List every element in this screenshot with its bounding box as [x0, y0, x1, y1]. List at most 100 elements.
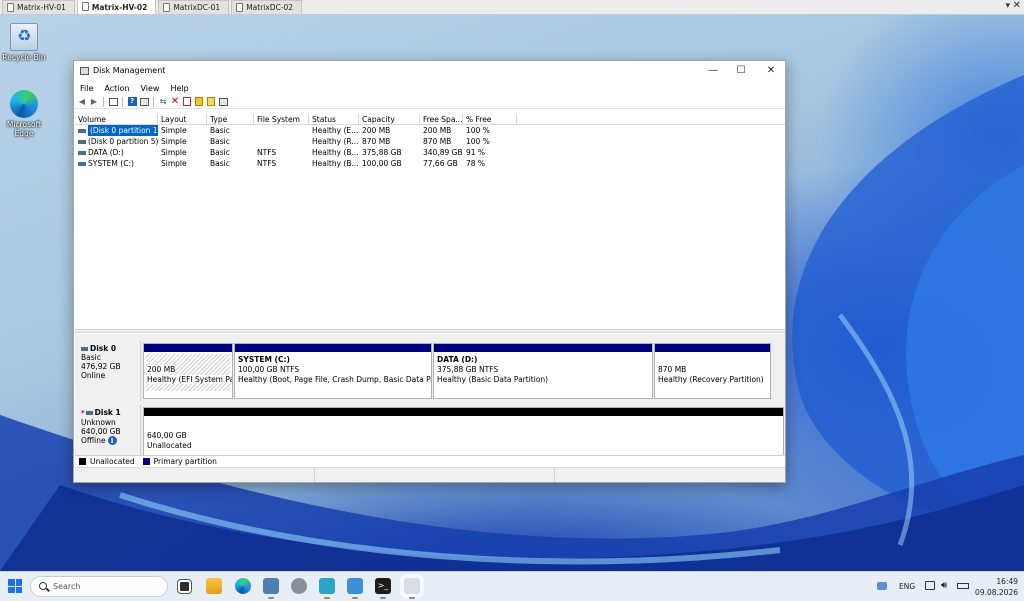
disk-management-taskbar-icon[interactable] — [400, 574, 424, 599]
menu-view[interactable]: View — [140, 84, 159, 93]
hyper-v-manager-icon[interactable] — [319, 578, 335, 599]
close-icon[interactable]: ✕ — [1013, 0, 1021, 11]
column-free-space[interactable]: Free Spa... — [420, 114, 463, 124]
view-pane-icon[interactable] — [218, 97, 228, 107]
remote-desktop-icon[interactable] — [347, 578, 363, 599]
edge-icon[interactable] — [235, 578, 251, 594]
disk-info-0[interactable]: Disk 0 Basic 476,92 GB Online — [77, 341, 141, 401]
primary-partition-bar — [235, 344, 431, 352]
volume-icon — [78, 129, 86, 133]
desktop-icon-recycle-bin[interactable]: Recycle Bin — [0, 23, 48, 62]
file-explorer-icon[interactable] — [206, 578, 222, 594]
chevron-down-icon[interactable]: ▾ — [1005, 1, 1010, 11]
column-volume[interactable]: Volume — [75, 114, 158, 124]
forward-arrow-icon[interactable]: ▶ — [89, 97, 99, 107]
desktop-icon-edge[interactable]: Microsoft Edge — [0, 90, 48, 138]
task-view-icon[interactable] — [177, 579, 192, 594]
check-icon[interactable] — [182, 97, 192, 107]
close-button[interactable]: ✕ — [763, 64, 779, 78]
cell-layout: Simple — [161, 137, 187, 146]
disk-size: 640,00 GB — [81, 427, 121, 436]
tab-matrixdc-02[interactable]: MatrixDC-02 — [231, 0, 303, 14]
table-row[interactable]: (Disk 0 partition 1) Simple Basic Health… — [75, 125, 785, 136]
table-row[interactable]: DATA (D:) Simple Basic NTFS Healthy (B..… — [75, 147, 785, 158]
connect-disk-icon[interactable]: ⇆ — [158, 97, 168, 107]
disk-map: Disk 0 Basic 476,92 GB Online 200 MB Hea… — [75, 334, 785, 467]
cell-percent-free: 100 % — [466, 126, 490, 135]
monitor-icon — [236, 3, 244, 12]
column-status[interactable]: Status — [309, 114, 359, 124]
properties-icon[interactable] — [139, 97, 149, 107]
console-tree-icon[interactable] — [108, 97, 118, 107]
cell-type: Basic — [210, 137, 230, 146]
table-row[interactable]: (Disk 0 partition 5) Simple Basic Health… — [75, 136, 785, 147]
unallocated-bar — [144, 408, 783, 416]
monitor-icon[interactable] — [925, 581, 935, 590]
toolbar: ◀ ▶ ? ⇆ ✕ — [74, 95, 785, 109]
cell-file-system: NTFS — [257, 159, 277, 168]
delete-icon[interactable]: ✕ — [170, 96, 180, 107]
menu-help[interactable]: Help — [170, 84, 188, 93]
partition-data-d[interactable]: DATA (D:) 375,88 GB NTFS Healthy (Basic … — [433, 343, 653, 399]
terminal-icon[interactable]: >_ — [375, 578, 391, 599]
disk-state: Online — [81, 371, 106, 380]
battery-icon[interactable] — [957, 583, 969, 589]
partition-efi[interactable]: 200 MB Healthy (EFI System Part — [143, 343, 233, 399]
maximize-button[interactable]: ☐ — [733, 64, 749, 78]
settings-gear-icon[interactable] — [291, 578, 307, 594]
start-button[interactable] — [8, 579, 22, 593]
partition-name: SYSTEM (C:) — [238, 355, 290, 364]
toolbar-separator — [122, 96, 123, 107]
info-icon[interactable]: i — [107, 436, 117, 445]
volume-label: DATA (D:) — [88, 148, 124, 157]
window-title: Disk Management — [93, 66, 166, 75]
cell-file-system — [254, 136, 309, 147]
cell-free-space: 870 MB — [423, 137, 452, 146]
speaker-icon[interactable]: 🔊︎ — [941, 580, 947, 591]
cell-free-space: 200 MB — [423, 126, 452, 135]
pane-splitter[interactable] — [75, 329, 785, 333]
language-indicator[interactable]: ENG — [899, 582, 915, 591]
network-status-icon[interactable] — [877, 582, 887, 590]
taskbar: Search >_ ENG 🔊︎ 16:49 09.08.2026 — [0, 571, 1024, 601]
column-file-system[interactable]: File System — [254, 114, 309, 124]
clock[interactable]: 16:49 09.08.2026 — [975, 576, 1018, 598]
tab-matrix-hv-02[interactable]: Matrix-HV-02 — [76, 0, 157, 14]
help-icon[interactable]: ? — [127, 97, 137, 107]
cell-layout: Simple — [161, 159, 187, 168]
cell-capacity: 200 MB — [362, 126, 391, 135]
column-layout[interactable]: Layout — [158, 114, 207, 124]
tab-matrix-hv-01[interactable]: Matrix-HV-01 — [2, 0, 75, 14]
server-manager-icon[interactable] — [263, 578, 279, 599]
table-row[interactable]: SYSTEM (C:) Simple Basic NTFS Healthy (B… — [75, 158, 785, 169]
new-volume-icon[interactable] — [194, 97, 204, 107]
partition-system-c[interactable]: SYSTEM (C:) 100,00 GB NTFS Healthy (Boot… — [234, 343, 432, 399]
column-percent-free[interactable]: % Free — [463, 114, 517, 124]
title-bar[interactable]: Disk Management — ☐ ✕ — [74, 61, 785, 81]
column-capacity[interactable]: Capacity — [359, 114, 420, 124]
monitor-icon — [7, 3, 14, 12]
partition-body: 640,00 GB Unallocated — [144, 416, 783, 451]
menu-file[interactable]: File — [80, 84, 93, 93]
disk-row-0: Disk 0 Basic 476,92 GB Online 200 MB Hea… — [75, 341, 785, 401]
legend: Unallocated Primary partition — [75, 455, 785, 467]
menu-action[interactable]: Action — [104, 84, 129, 93]
partition-recovery[interactable]: 870 MB Healthy (Recovery Partition) — [654, 343, 771, 399]
tab-label: MatrixDC-01 — [173, 3, 221, 12]
format-icon[interactable] — [206, 97, 216, 107]
primary-partition-bar — [655, 344, 770, 352]
column-type[interactable]: Type — [207, 114, 254, 124]
partition-status: Healthy (Recovery Partition) — [658, 375, 764, 384]
cell-layout: Simple — [161, 148, 187, 157]
tab-matrixdc-01[interactable]: MatrixDC-01 — [158, 0, 230, 14]
status-pane — [315, 468, 555, 482]
taskbar-search[interactable]: Search — [30, 576, 168, 597]
volume-icon — [78, 162, 86, 166]
volume-icon — [78, 151, 86, 155]
partition-body: 200 MB Healthy (EFI System Part — [146, 354, 232, 391]
minimize-button[interactable]: — — [705, 64, 721, 78]
selected-volume-label: (Disk 0 partition 1) — [88, 125, 158, 136]
back-arrow-icon[interactable]: ◀ — [77, 97, 87, 107]
edge-icon — [10, 90, 38, 118]
tab-label: MatrixDC-02 — [246, 3, 294, 12]
